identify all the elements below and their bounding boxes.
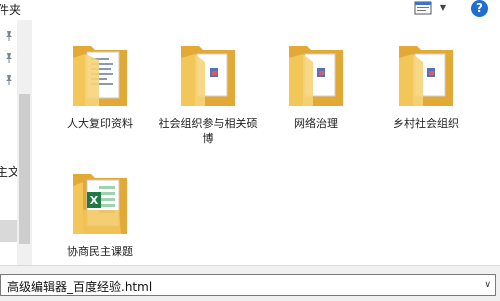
folder-with-documents-icon — [73, 46, 127, 106]
folder-item[interactable]: X 协商民主课题 — [50, 166, 150, 259]
folder-name: 网络治理 — [294, 117, 338, 130]
filename-bar: 高级编辑器_百度经验.html ∨ — [0, 265, 500, 301]
file-list: 人大复印资料 社会组织参与相关硕博 网络治理 乡村社会组织 X 协商民主课题 — [32, 20, 500, 265]
folder-item[interactable]: 网络治理 — [266, 38, 366, 131]
folder-name: 协商民主课题 — [67, 245, 133, 258]
folder-name: 社会组织参与相关硕博 — [158, 117, 258, 145]
folder-item[interactable]: 社会组织参与相关硕博 — [158, 38, 258, 146]
sidebar-selected-item[interactable] — [0, 220, 17, 242]
folder-with-pdf-icon — [181, 46, 235, 106]
view-options-icon[interactable] — [414, 1, 432, 15]
svg-text:X: X — [90, 194, 99, 207]
folder-with-excel-icon: X — [73, 174, 127, 234]
pin-icon[interactable] — [4, 52, 14, 64]
folder-name: 人大复印资料 — [67, 117, 133, 130]
folder-item[interactable]: 人大复印资料 — [50, 38, 150, 131]
help-button[interactable]: ? — [471, 0, 488, 17]
chevron-down-icon[interactable]: ▼ — [438, 3, 448, 13]
folder-with-pdf-icon — [289, 46, 343, 106]
pin-icon[interactable] — [4, 30, 14, 42]
top-bar: 件夹 ▼ ? — [0, 0, 500, 20]
scrollbar-thumb[interactable] — [19, 94, 30, 244]
navigation-pane: 主文 — [0, 20, 32, 265]
filename-input[interactable]: 高级编辑器_百度经验.html ∨ — [0, 274, 496, 296]
folder-item[interactable]: 乡村社会组织 — [376, 38, 476, 131]
folder-name: 乡村社会组织 — [393, 117, 459, 130]
sidebar-scrollbar[interactable] — [17, 20, 32, 265]
window-title: 件夹 — [0, 3, 22, 17]
pin-icon[interactable] — [4, 74, 14, 86]
folder-with-pdf-icon — [399, 46, 453, 106]
filename-value: 高级编辑器_百度经验.html — [7, 280, 153, 294]
chevron-down-icon[interactable]: ∨ — [484, 280, 491, 290]
